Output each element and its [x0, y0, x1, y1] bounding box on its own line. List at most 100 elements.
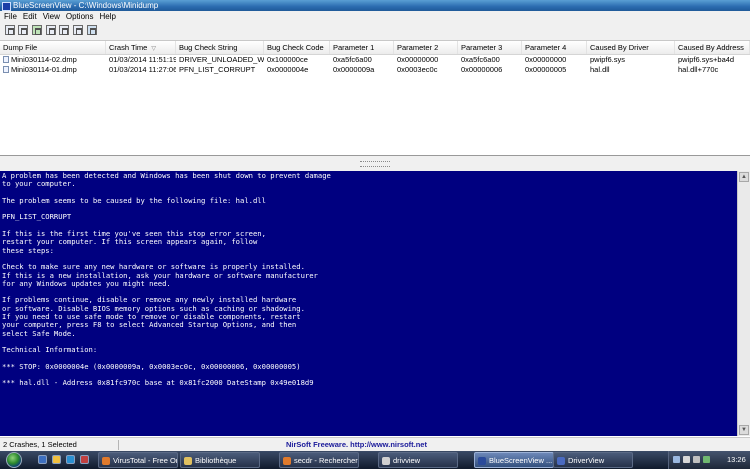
taskbar-item-label: DriverView — [568, 456, 605, 465]
scroll-up-arrow-icon[interactable]: ▲ — [739, 172, 749, 182]
scroll-down-arrow-icon[interactable]: ▼ — [739, 425, 749, 435]
column-header-bug-check-code[interactable]: Bug Check Code — [264, 41, 330, 54]
caused-by-address-cell: hal.dll+770c — [678, 65, 719, 74]
dump-file-name: Mini030114-01.dmp — [11, 65, 77, 74]
bsod-line: The problem seems to be caused by the fo… — [2, 195, 266, 205]
tray-app-icon[interactable] — [693, 456, 700, 463]
sort-arrow-icon: ▽ — [151, 46, 156, 52]
bsod-line: select Safe Mode. — [2, 328, 76, 338]
folder-icon — [184, 457, 192, 465]
dump-file-cell: Mini030114-01.dmp — [0, 65, 106, 75]
menu-bar: File Edit View Options Help — [0, 11, 750, 22]
column-header-parameter-3[interactable]: Parameter 3 — [458, 41, 522, 54]
caused-by-address-cell: pwipf6.sys+ba4d — [678, 55, 735, 64]
menu-options[interactable]: Options — [63, 11, 97, 22]
properties-icon[interactable] — [46, 25, 56, 35]
firefox-icon — [283, 457, 291, 465]
parameter-4-cell: 0x00000000 — [525, 55, 567, 64]
column-header-parameter-1[interactable]: Parameter 1 — [330, 41, 394, 54]
parameter-2-cell: 0x00000000 — [397, 55, 439, 64]
menu-help[interactable]: Help — [96, 11, 118, 22]
column-header-bug-check-string[interactable]: Bug Check String — [176, 41, 264, 54]
column-header-crash-time-label: Crash Time — [109, 43, 148, 52]
html-report-icon[interactable] — [32, 25, 42, 35]
driverview-icon — [557, 457, 565, 465]
menu-view[interactable]: View — [40, 11, 63, 22]
antivirus-icon[interactable] — [703, 456, 710, 463]
column-header-caused-by-driver[interactable]: Caused By Driver — [587, 41, 675, 54]
copy-icon[interactable] — [18, 25, 28, 35]
menu-file[interactable]: File — [0, 11, 20, 22]
system-tray: 13:26 — [668, 451, 750, 469]
bsod-line: A problem has been detected and Windows … — [2, 171, 331, 180]
bluescreenview-icon — [478, 457, 486, 465]
quicklaunch-ie-icon[interactable] — [38, 455, 47, 464]
column-header-dump-file[interactable]: Dump File — [0, 41, 106, 54]
parameter-3-cell: 0x00000006 — [461, 65, 503, 74]
window-title: BlueScreenView - C:\Windows\Minidump — [13, 1, 159, 10]
exit-icon[interactable] — [87, 25, 97, 35]
dump-file-icon — [3, 66, 9, 73]
quicklaunch-media-icon[interactable] — [66, 455, 75, 464]
nirsoft-link[interactable]: NirSoft Freeware. http://www.nirsoft.net — [286, 438, 427, 451]
quicklaunch-explorer-icon[interactable] — [52, 455, 61, 464]
taskbar-item-label: drivview — [393, 456, 421, 465]
bsod-line: Technical Information: — [2, 345, 98, 355]
dump-file-name: Mini030114-02.dmp — [11, 55, 77, 64]
document-icon — [382, 457, 390, 465]
bsod-preview-pane: A problem has been detected and Windows … — [0, 171, 737, 436]
bsod-line — [2, 205, 735, 213]
bsod-line: these steps: — [2, 245, 54, 255]
parameter-1-cell: 0xa5fc6a00 — [333, 55, 372, 64]
taskbar-item-drivview[interactable]: drivview — [378, 452, 458, 468]
list-header: Dump File Crash Time ▽ Bug Check String B… — [0, 41, 750, 55]
title-bar: BlueScreenView - C:\Windows\Minidump — [0, 0, 750, 11]
column-header-parameter-4[interactable]: Parameter 4 — [522, 41, 587, 54]
status-divider — [118, 440, 119, 450]
column-header-crash-time[interactable]: Crash Time ▽ — [106, 41, 176, 54]
save-icon[interactable] — [5, 25, 15, 35]
network-icon[interactable] — [673, 456, 680, 463]
table-row[interactable]: Mini030114-02.dmp 01/03/2014 11:51:19 DR… — [0, 55, 750, 65]
taskbar-item-secdr[interactable]: secdr - Rechercher ... — [279, 452, 359, 468]
taskbar-item-label: secdr - Rechercher ... — [294, 456, 359, 465]
taskbar-item-label: Bibliothèque — [195, 456, 237, 465]
crash-list[interactable]: Dump File Crash Time ▽ Bug Check String B… — [0, 41, 750, 156]
parameter-2-cell: 0x0003ec0c — [397, 65, 438, 74]
volume-icon[interactable] — [683, 456, 690, 463]
toolbar — [0, 22, 750, 41]
pane-splitter[interactable] — [0, 156, 750, 172]
quicklaunch-firefox-icon[interactable] — [80, 455, 89, 464]
splitter-grip-icon[interactable] — [360, 161, 390, 167]
dump-file-icon — [3, 56, 9, 63]
firefox-icon — [102, 457, 110, 465]
taskbar-item-bluescreenview[interactable]: BlueScreenView ... — [474, 452, 554, 468]
clock[interactable]: 13:26 — [727, 451, 746, 469]
dump-file-cell: Mini030114-02.dmp — [0, 55, 106, 65]
column-header-parameter-2[interactable]: Parameter 2 — [394, 41, 458, 54]
taskbar-item-label: BlueScreenView ... — [489, 456, 553, 465]
caused-by-driver-cell: pwipf6.sys — [590, 55, 626, 64]
bug-check-string-cell: DRIVER_UNLOADED_WI... — [179, 55, 264, 64]
start-button-icon[interactable] — [6, 452, 22, 468]
bsod-line: to your computer. — [2, 179, 76, 189]
taskbar-item-bibliotheque[interactable]: Bibliothèque — [180, 452, 260, 468]
table-row[interactable]: Mini030114-01.dmp 01/03/2014 11:27:06 PF… — [0, 65, 750, 75]
bsod-line: for any Windows updates you might need. — [2, 278, 171, 288]
taskbar-item-driverview[interactable]: DriverView — [553, 452, 633, 468]
bsod-line: *** STOP: 0x0000004e (0x0000009a, 0x0003… — [2, 361, 301, 371]
caused-by-driver-cell: hal.dll — [590, 65, 610, 74]
taskbar-item-virustotal[interactable]: VirusTotal - Free On... — [98, 452, 178, 468]
bsod-line: restart your computer. If this screen ap… — [2, 237, 258, 247]
column-header-caused-by-address[interactable]: Caused By Address — [675, 41, 750, 54]
crash-time-cell: 01/03/2014 11:51:19 — [109, 55, 176, 64]
vertical-scrollbar[interactable]: ▲ ▼ — [737, 171, 750, 436]
crash-time-cell: 01/03/2014 11:27:06 — [109, 65, 176, 74]
status-crash-count: 2 Crashes, 1 Selected — [3, 440, 77, 449]
bug-check-code-cell: 0x0000004e — [267, 65, 309, 74]
options-icon[interactable] — [73, 25, 83, 35]
refresh-icon[interactable] — [59, 25, 69, 35]
menu-edit[interactable]: Edit — [20, 11, 40, 22]
taskbar: VirusTotal - Free On... Bibliothèque sec… — [0, 451, 750, 469]
taskbar-item-label: VirusTotal - Free On... — [113, 456, 177, 465]
